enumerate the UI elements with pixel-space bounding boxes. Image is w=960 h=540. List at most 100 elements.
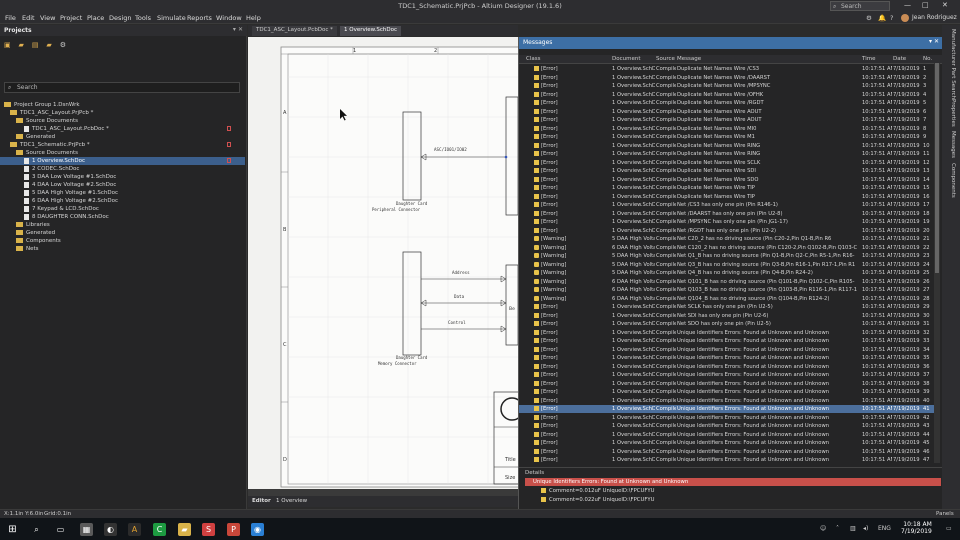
message-row[interactable]: [Error] 1 Overview.SchDocCompilerNet /RGD… xyxy=(519,227,935,235)
tree-folder-item[interactable]: Generated xyxy=(0,229,245,237)
message-row[interactable]: [Error] 1 Overview.SchDocCompilerUnique I… xyxy=(519,448,935,456)
message-row[interactable]: [Error] 1 Overview.SchDocCompilerUnique I… xyxy=(519,388,935,396)
message-row[interactable]: [Warning] 5 DAA High VoltageCompilerNet Q… xyxy=(519,261,935,269)
volume-icon[interactable]: ◂) xyxy=(863,525,868,532)
avatar[interactable] xyxy=(901,14,909,22)
tree-folder-item[interactable]: Source Documents xyxy=(0,149,245,157)
col-time[interactable]: Time xyxy=(862,56,875,62)
tree-folder-item[interactable]: Generated xyxy=(0,133,245,141)
col-no[interactable]: No. xyxy=(923,56,932,62)
message-row[interactable]: [Error] 1 Overview.SchDocCompilerUnique I… xyxy=(519,346,935,354)
notifications-bell-icon[interactable]: 🔔 xyxy=(878,14,886,22)
tree-project-item[interactable]: Project Group 1.DsnWrk xyxy=(0,101,245,109)
schematic-canvas[interactable]: 1 2 A B C D ASC/IO01/IO02 Daughter Card … xyxy=(248,37,518,489)
message-row[interactable]: [Error] 1 Overview.SchDocCompilerDuplicat… xyxy=(519,108,935,116)
message-row[interactable]: [Error] 1 Overview.SchDocCompilerUnique I… xyxy=(519,456,935,464)
user-name[interactable]: Jean Rodriguez xyxy=(912,14,957,21)
tree-project-item[interactable]: TDC1_Schematic.PrjPcb * xyxy=(0,141,245,149)
col-document[interactable]: Document xyxy=(612,56,641,62)
message-row[interactable]: [Error] 1 Overview.SchDocCompilerDuplicat… xyxy=(519,91,935,99)
save-icon[interactable]: ▣ xyxy=(4,41,11,49)
settings-gear-icon[interactable]: ⚙ xyxy=(866,14,872,22)
tree-document-item[interactable]: 5 DAA High Voltage #1.SchDoc xyxy=(0,189,245,197)
tab-components[interactable]: Components xyxy=(946,163,956,198)
panels-button[interactable]: Panels xyxy=(936,511,954,517)
message-row[interactable]: [Error] 1 Overview.SchDocCompilerUnique I… xyxy=(519,439,935,447)
file-explorer-icon[interactable]: ▰ xyxy=(178,523,191,536)
message-row[interactable]: [Error] 1 Overview.SchDocCompilerDuplicat… xyxy=(519,116,935,124)
tree-folder-item[interactable]: Libraries xyxy=(0,221,245,229)
tree-document-item[interactable]: 6 DAA High Voltage #2.SchDoc xyxy=(0,197,245,205)
message-row[interactable]: [Error] 1 Overview.SchDocCompilerNet /MPS… xyxy=(519,218,935,226)
message-row[interactable]: [Error] 1 Overview.SchDocCompilerDuplicat… xyxy=(519,82,935,90)
message-row[interactable]: [Error] 1 Overview.SchDocCompilerUnique I… xyxy=(519,431,935,439)
message-row[interactable]: [Warning] 6 DAA High VoltageCompilerNet Q… xyxy=(519,286,935,294)
panel-menu-icon[interactable]: ▾ ✕ xyxy=(929,38,939,45)
menu-reports[interactable]: Reports xyxy=(187,14,212,22)
tab-editor[interactable]: Editor xyxy=(252,498,271,504)
details-subitem[interactable]: Comment=0.022uF UniqueID:\FPCUFYU xyxy=(541,497,655,503)
tab-properties[interactable]: Properties xyxy=(946,99,956,127)
message-row[interactable]: [Error] 1 Overview.SchDocCompilerDuplicat… xyxy=(519,193,935,201)
menu-edit[interactable]: Edit xyxy=(22,14,35,22)
message-row[interactable]: [Error] 1 Overview.SchDocCompilerDuplicat… xyxy=(519,74,935,82)
altium-icon[interactable]: A xyxy=(128,523,141,536)
col-date[interactable]: Date xyxy=(893,56,906,62)
green-app-icon[interactable]: C xyxy=(153,523,166,536)
message-row[interactable]: [Error] 1 Overview.SchDocCompilerDuplicat… xyxy=(519,150,935,158)
tree-document-item[interactable]: 4 DAA Low Voltage #2.SchDoc xyxy=(0,181,245,189)
maximize-button[interactable]: □ xyxy=(922,1,929,9)
message-row[interactable]: [Error] 1 Overview.SchDocCompilerUnique I… xyxy=(519,380,935,388)
tree-document-item[interactable]: TDC1_ASC_Layout.PcbDoc * xyxy=(0,125,245,133)
help-icon[interactable]: ? xyxy=(890,14,893,22)
browser-icon[interactable]: ◉ xyxy=(251,523,264,536)
message-row[interactable]: [Error] 1 Overview.SchDocCompilerNet SDI … xyxy=(519,312,935,320)
tab-overview-schdoc[interactable]: 1 Overview.SchDoc xyxy=(340,26,402,36)
details-subitem[interactable]: Comment=0.012uF UniqueID:\FPCUFYU xyxy=(541,488,655,494)
menu-place[interactable]: Place xyxy=(87,14,104,22)
folder-icon[interactable]: ▰ xyxy=(46,41,51,49)
message-row[interactable]: [Error] 1 Overview.SchDocCompilerUnique I… xyxy=(519,405,935,413)
menu-project[interactable]: Project xyxy=(60,14,82,22)
menu-view[interactable]: View xyxy=(40,14,55,22)
scrollbar-thumb[interactable] xyxy=(935,63,939,273)
message-row[interactable]: [Error] 1 Overview.SchDocCompilerUnique I… xyxy=(519,354,935,362)
menu-window[interactable]: Window xyxy=(216,14,242,22)
app-icon[interactable]: ◐ xyxy=(104,523,117,536)
tree-document-item[interactable]: 8 DAUGHTER CONN.SchDoc xyxy=(0,213,245,221)
tree-folder-item[interactable]: Nets xyxy=(0,245,245,253)
message-row[interactable]: [Error] 1 Overview.SchDocCompilerDuplicat… xyxy=(519,133,935,141)
col-class[interactable]: Class xyxy=(526,56,540,62)
tab-1-overview[interactable]: 1 Overview xyxy=(276,498,307,504)
message-row[interactable]: [Error] 1 Overview.SchDocCompilerUnique I… xyxy=(519,363,935,371)
col-message[interactable]: Message xyxy=(677,56,701,62)
windows-start-icon[interactable]: ⊞ xyxy=(6,523,19,536)
message-row[interactable]: [Warning] 6 DAA High VoltageCompilerNet Q… xyxy=(519,295,935,303)
people-icon[interactable]: ☺ xyxy=(820,525,826,532)
col-source[interactable]: Source xyxy=(656,56,675,62)
tree-folder-item[interactable]: Components xyxy=(0,237,245,245)
message-row[interactable]: [Error] 1 Overview.SchDocCompilerUnique I… xyxy=(519,337,935,345)
horizontal-scrollbar[interactable] xyxy=(248,489,518,496)
message-row[interactable]: [Error] 1 Overview.SchDocCompilerDuplicat… xyxy=(519,125,935,133)
message-row[interactable]: [Warning] 6 DAA High VoltageCompilerNet C… xyxy=(519,244,935,252)
red-app-icon[interactable]: S xyxy=(202,523,215,536)
tree-document-item[interactable]: 1 Overview.SchDoc xyxy=(0,157,245,165)
gear-icon[interactable]: ⚙ xyxy=(60,41,66,49)
tray-up-icon[interactable]: ˄ xyxy=(836,525,839,532)
projects-search-input[interactable]: ⌕ Search xyxy=(4,82,240,93)
message-row[interactable]: [Error] 1 Overview.SchDocCompilerNet SDO … xyxy=(519,320,935,328)
menu-simulate[interactable]: Simulate xyxy=(157,14,186,22)
messages-vertical-scrollbar[interactable] xyxy=(934,63,940,463)
message-row[interactable]: [Error] 1 Overview.SchDocCompilerNet /CS3… xyxy=(519,201,935,209)
message-row[interactable]: [Warning] 5 DAA High VoltageCompilerNet C… xyxy=(519,235,935,243)
message-row[interactable]: [Error] 1 Overview.SchDocCompilerUnique I… xyxy=(519,371,935,379)
message-row[interactable]: [Error] 1 Overview.SchDocCompilerDuplicat… xyxy=(519,99,935,107)
message-row[interactable]: [Error] 1 Overview.SchDocCompilerDuplicat… xyxy=(519,142,935,150)
search-icon[interactable]: ⌕ xyxy=(30,523,43,536)
message-row[interactable]: [Error] 1 Overview.SchDocCompilerUnique I… xyxy=(519,422,935,430)
add-document-icon[interactable]: ▤ xyxy=(32,41,39,49)
tab-messages[interactable]: Messages xyxy=(946,131,956,158)
message-row[interactable]: [Error] 1 Overview.SchDocCompilerDuplicat… xyxy=(519,184,935,192)
tab-manufacturer-part-search[interactable]: Manufacturer Part Search xyxy=(946,29,956,99)
